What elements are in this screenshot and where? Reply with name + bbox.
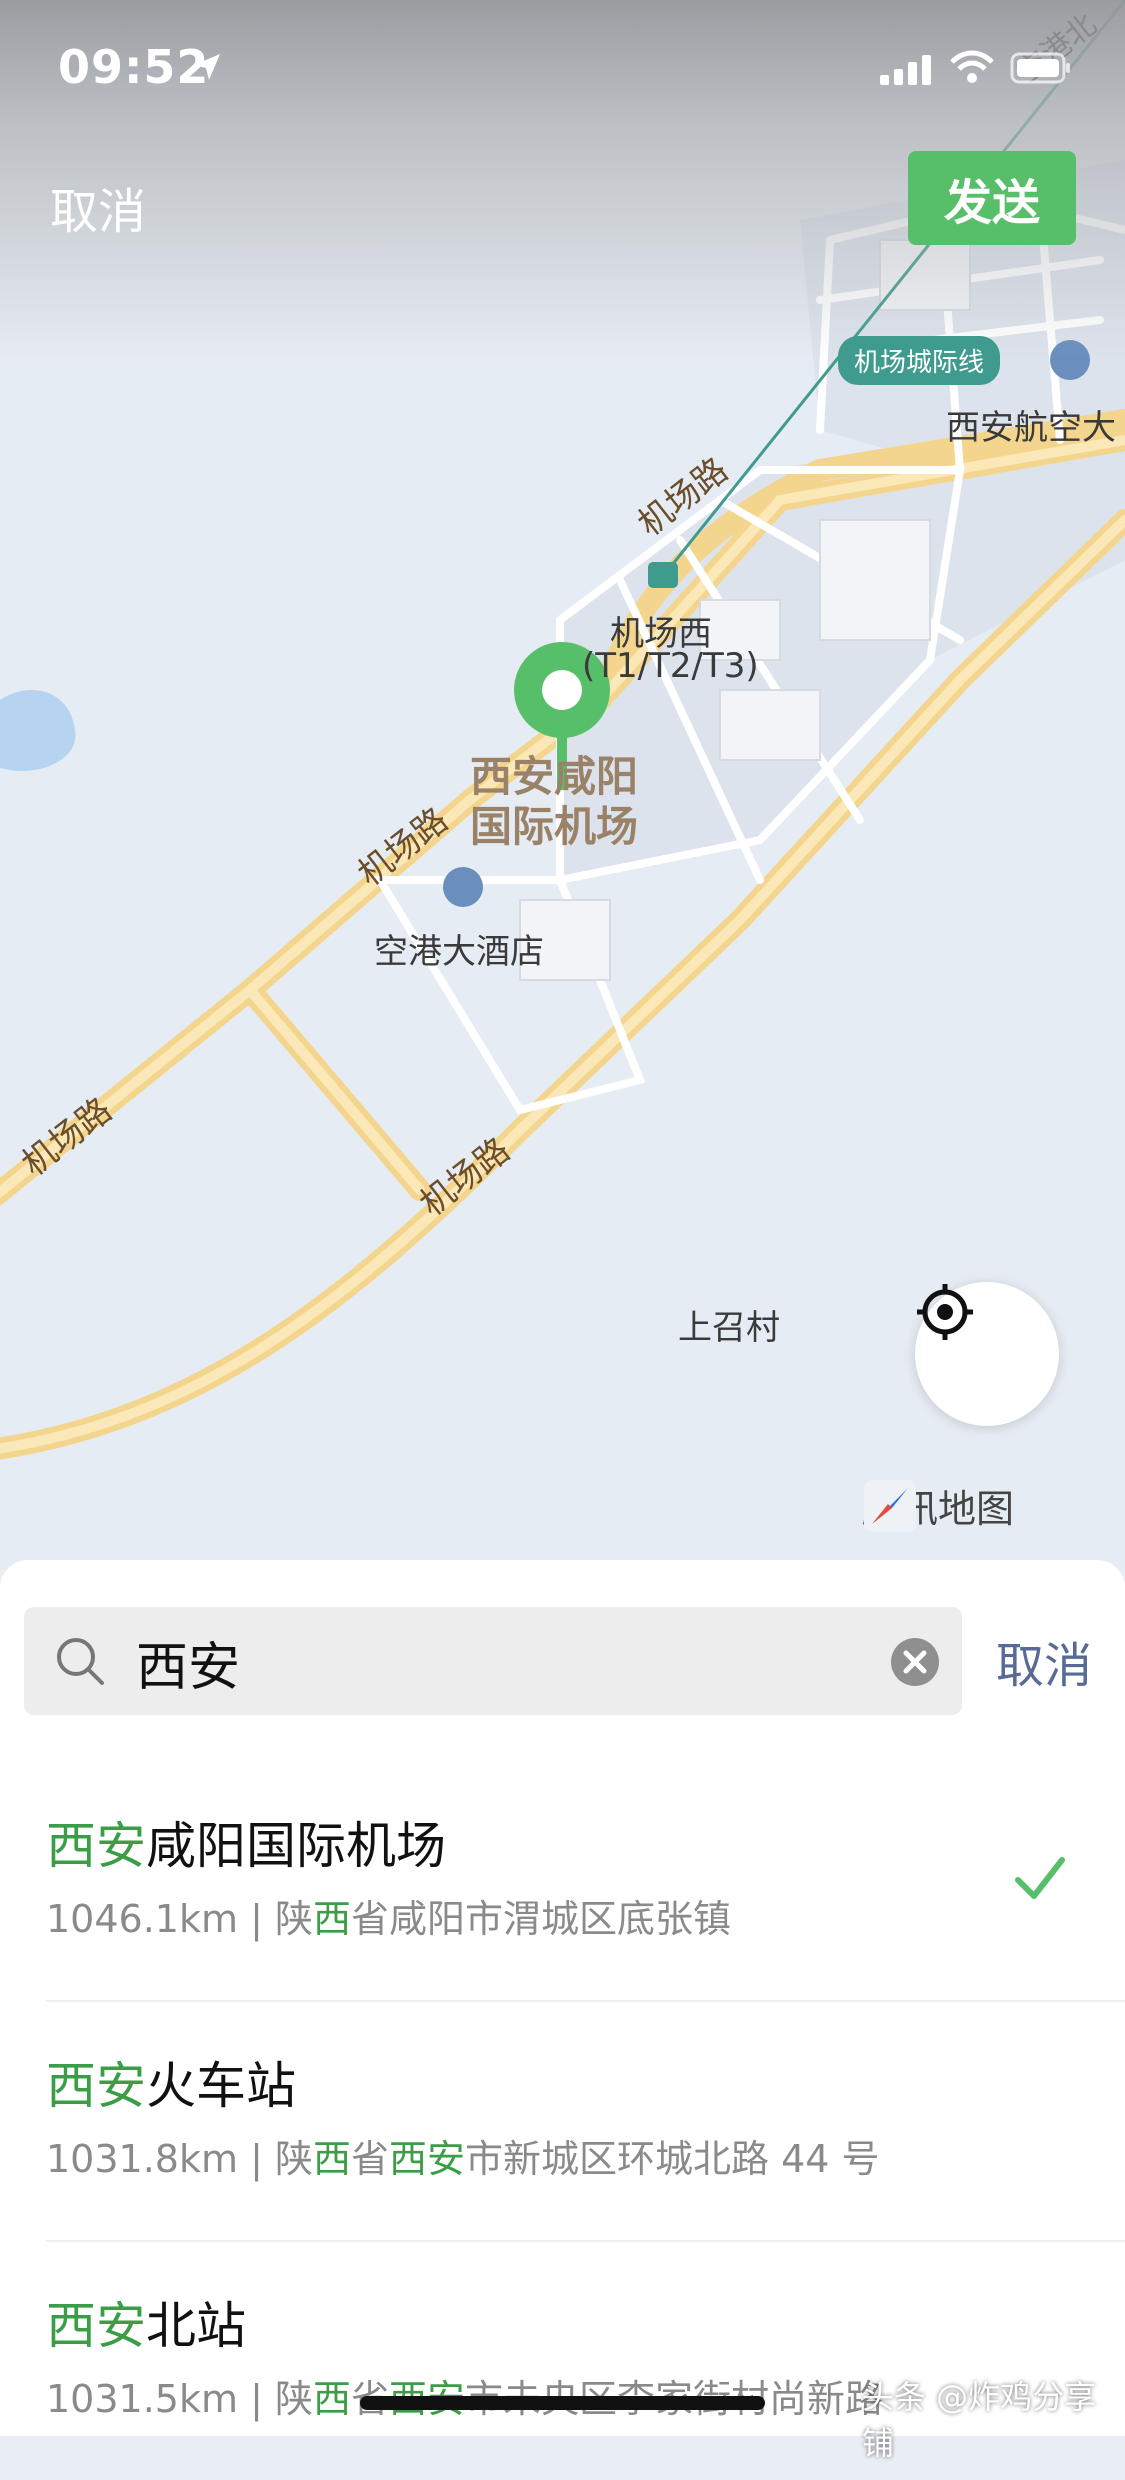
result-title-rest: 北站 — [146, 2297, 246, 2355]
station-sub-label: (T1/T2/T3) — [582, 646, 759, 686]
result-item[interactable]: 西安咸阳国际机场 1046.1km | 陕西省咸阳市渭城区底张镇 — [0, 1760, 1125, 2000]
result-item[interactable]: 西安火车站 1031.8km | 陕西省西安市新城区环城北路 44 号 — [0, 2000, 1125, 2240]
hotel-label[interactable]: 空港大酒店 — [374, 924, 544, 973]
result-title-highlight: 西安 — [46, 2297, 146, 2355]
watermark: 头条 @炸鸡分享铺 — [862, 2378, 1097, 2462]
tencent-map-logo-icon — [864, 1480, 916, 1532]
metro-line-badge[interactable]: 机场城际线 — [838, 336, 1001, 385]
checkmark-icon — [1015, 1857, 1065, 1899]
search-icon — [57, 1638, 104, 1685]
battery-icon — [1010, 52, 1070, 84]
location-arrow-icon — [194, 54, 220, 80]
result-address: 1031.8km | 陕西省西安市新城区环城北路 44 号 — [46, 2128, 880, 2183]
result-title-highlight: 西安 — [46, 2057, 146, 2115]
clock: 09:52 — [58, 40, 210, 94]
result-address-rest: 省 — [350, 2137, 389, 2181]
selected-poi-label[interactable]: 西安咸阳 国际机场 — [470, 752, 638, 852]
result-address-rest: 省咸阳市渭城区底张镇 — [350, 1897, 731, 1941]
search-panel: 取消 西安咸阳国际机场 1046.1km | 陕西省咸阳市渭城区底张镇 西安火车… — [0, 1560, 1125, 2436]
village-label: 上召村 — [678, 1308, 780, 1348]
lake-shape — [0, 690, 76, 771]
home-indicator[interactable] — [360, 2396, 765, 2410]
aviation-label[interactable]: 西安航空大 — [946, 400, 1116, 449]
result-distance: 1031.8km | 陕 — [46, 2137, 313, 2181]
locate-button[interactable] — [915, 1282, 1059, 1426]
result-address-highlight: 西 — [312, 2137, 351, 2181]
result-title-highlight: 西安 — [46, 1817, 146, 1875]
result-address-highlight: 西 — [312, 1897, 351, 1941]
result-title-rest: 火车站 — [146, 2057, 296, 2115]
result-address: 1046.1km | 陕西省咸阳市渭城区底张镇 — [46, 1888, 731, 1943]
status-bar: 09:52 — [0, 0, 1125, 140]
cellular-signal-icon — [880, 55, 931, 85]
result-title: 西安咸阳国际机场 — [46, 1806, 446, 1878]
send-button[interactable]: 发送 — [908, 151, 1076, 245]
search-box[interactable] — [24, 1607, 962, 1715]
result-address-highlight: 西 — [312, 2377, 351, 2421]
crosshair-icon — [917, 1284, 973, 1340]
result-title: 西安火车站 — [46, 2046, 296, 2118]
result-distance: 1046.1km | 陕 — [46, 1897, 313, 1941]
result-address-rest: 市新城区环城北路 44 号 — [465, 2137, 880, 2181]
search-input[interactable] — [134, 1625, 898, 1699]
cancel-search-button[interactable]: 取消 — [996, 1626, 1092, 1696]
result-address-highlight: 西安 — [388, 2137, 465, 2181]
result-distance: 1031.5km | 陕 — [46, 2377, 313, 2421]
map-provider: 腾讯地图 — [862, 1478, 1014, 1533]
result-title: 西安北站 — [46, 2286, 246, 2358]
clear-icon[interactable] — [890, 1637, 940, 1687]
wifi-icon — [950, 50, 994, 83]
result-title-rest: 咸阳国际机场 — [146, 1817, 446, 1875]
cancel-button[interactable]: 取消 — [50, 172, 146, 242]
